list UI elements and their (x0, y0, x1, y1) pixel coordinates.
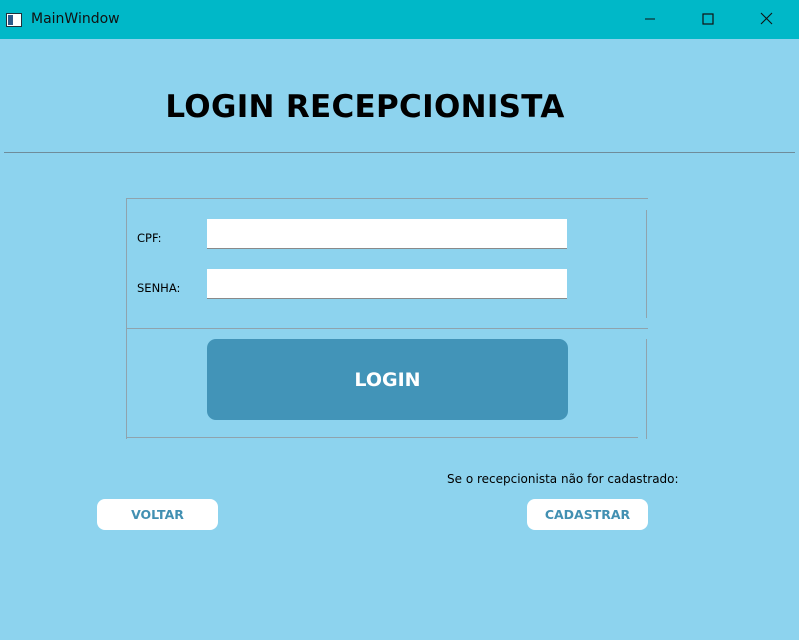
login-button-label: LOGIN (354, 368, 421, 391)
login-button[interactable]: LOGIN (207, 339, 568, 420)
app-window-icon (6, 12, 22, 27)
minimize-button[interactable] (622, 0, 678, 39)
senha-label: SENHA: (137, 281, 181, 295)
maximize-button[interactable] (680, 0, 736, 39)
minimize-icon (644, 10, 656, 29)
senha-input[interactable] (207, 269, 567, 299)
close-icon (760, 10, 773, 29)
form-frame-top (126, 198, 648, 199)
voltar-button-label: VOLTAR (131, 507, 184, 522)
cadastrar-button-label: CADASTRAR (544, 507, 631, 522)
form-frame-middle (126, 328, 648, 329)
window-title: MainWindow (31, 11, 120, 27)
title-bar[interactable]: MainWindow (0, 0, 799, 39)
voltar-button[interactable]: VOLTAR (97, 499, 218, 530)
form-frame-left (126, 198, 127, 439)
form-frame-bottom (126, 437, 638, 438)
register-hint-text: Se o recepcionista não for cadastrado: (447, 472, 679, 486)
cpf-input[interactable] (207, 219, 567, 249)
heading-divider (4, 152, 795, 153)
close-button[interactable] (738, 0, 794, 39)
cpf-label: CPF: (137, 231, 162, 245)
page-title: LOGIN RECEPCIONISTA (165, 89, 565, 125)
cadastrar-button[interactable]: CADASTRAR (527, 499, 648, 530)
form-frame-right-lower (646, 339, 647, 439)
form-frame-right-upper (646, 210, 647, 318)
maximize-icon (702, 10, 714, 29)
